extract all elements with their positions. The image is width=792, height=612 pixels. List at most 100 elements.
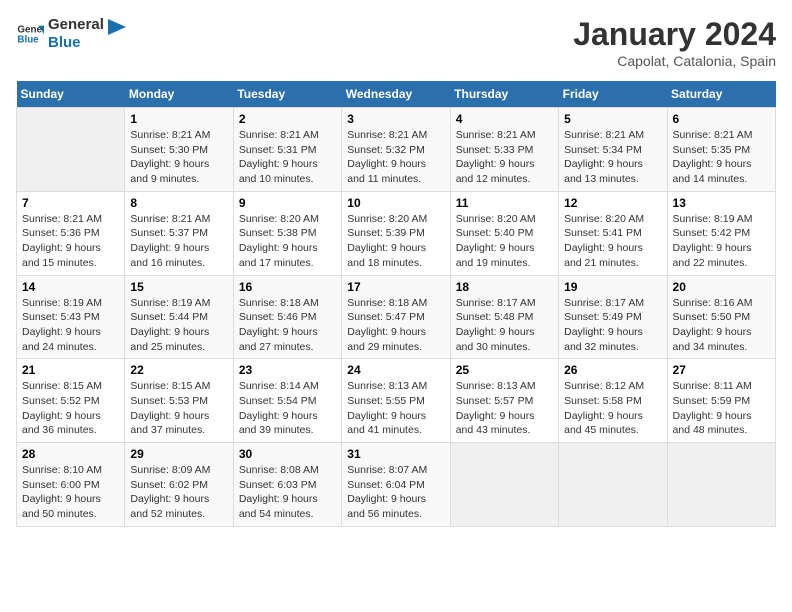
calendar-cell: 15 Sunrise: 8:19 AM Sunset: 5:44 PM Dayli… — [125, 275, 233, 359]
calendar-cell: 27Sunrise: 8:11 AM Sunset: 5:59 PM Dayli… — [667, 359, 775, 443]
calendar-cell: 25 Sunrise: 8:13 AM Sunset: 5:57 PM Dayli… — [450, 359, 558, 443]
calendar-cell: 4 Sunrise: 8:21 AM Sunset: 5:33 PM Daylig… — [450, 108, 558, 192]
logo: General Blue General Blue — [16, 16, 126, 52]
day-info: Sunrise: 8:08 AM Sunset: 6:03 PM Dayligh… — [239, 463, 336, 522]
day-info: Sunrise: 8:21 AM Sunset: 5:31 PM Dayligh… — [239, 128, 336, 187]
day-number: 3 — [347, 112, 444, 126]
day-number: 11 — [456, 196, 553, 210]
day-info: Sunrise: 8:18 AM Sunset: 5:46 PM Dayligh… — [239, 296, 336, 355]
calendar-cell: 26Sunrise: 8:12 AM Sunset: 5:58 PM Dayli… — [559, 359, 667, 443]
calendar-cell: 6Sunrise: 8:21 AM Sunset: 5:35 PM Daylig… — [667, 108, 775, 192]
calendar-cell: 8 Sunrise: 8:21 AM Sunset: 5:37 PM Daylig… — [125, 191, 233, 275]
day-info: Sunrise: 8:18 AM Sunset: 5:47 PM Dayligh… — [347, 296, 444, 355]
calendar-cell: 10 Sunrise: 8:20 AM Sunset: 5:39 PM Dayli… — [342, 191, 450, 275]
day-info: Sunrise: 8:20 AM Sunset: 5:40 PM Dayligh… — [456, 212, 553, 271]
day-info: Sunrise: 8:21 AM Sunset: 5:35 PM Dayligh… — [673, 128, 770, 187]
page-title: January 2024 — [573, 16, 776, 53]
day-info: Sunrise: 8:21 AM Sunset: 5:32 PM Dayligh… — [347, 128, 444, 187]
day-info: Sunrise: 8:21 AM Sunset: 5:34 PM Dayligh… — [564, 128, 661, 187]
calendar-cell: 24 Sunrise: 8:13 AM Sunset: 5:55 PM Dayli… — [342, 359, 450, 443]
day-number: 18 — [456, 280, 553, 294]
day-info: Sunrise: 8:07 AM Sunset: 6:04 PM Dayligh… — [347, 463, 444, 522]
svg-text:Blue: Blue — [17, 34, 39, 45]
calendar-cell: 21Sunrise: 8:15 AM Sunset: 5:52 PM Dayli… — [17, 359, 125, 443]
day-info: Sunrise: 8:20 AM Sunset: 5:38 PM Dayligh… — [239, 212, 336, 271]
day-info: Sunrise: 8:19 AM Sunset: 5:42 PM Dayligh… — [673, 212, 770, 271]
day-info: Sunrise: 8:19 AM Sunset: 5:44 PM Dayligh… — [130, 296, 227, 355]
day-info: Sunrise: 8:14 AM Sunset: 5:54 PM Dayligh… — [239, 379, 336, 438]
day-info: Sunrise: 8:10 AM Sunset: 6:00 PM Dayligh… — [22, 463, 119, 522]
calendar-cell: 2 Sunrise: 8:21 AM Sunset: 5:31 PM Daylig… — [233, 108, 341, 192]
day-info: Sunrise: 8:20 AM Sunset: 5:39 PM Dayligh… — [347, 212, 444, 271]
day-number: 22 — [130, 363, 227, 377]
weekday-header-sunday: Sunday — [17, 81, 125, 108]
calendar-cell — [450, 443, 558, 527]
day-number: 5 — [564, 112, 661, 126]
weekday-header-tuesday: Tuesday — [233, 81, 341, 108]
day-number: 13 — [673, 196, 770, 210]
day-number: 4 — [456, 112, 553, 126]
calendar-cell: 23 Sunrise: 8:14 AM Sunset: 5:54 PM Dayli… — [233, 359, 341, 443]
calendar-cell: 17 Sunrise: 8:18 AM Sunset: 5:47 PM Dayli… — [342, 275, 450, 359]
weekday-header-saturday: Saturday — [667, 81, 775, 108]
page-header: General Blue General Blue January 2024 C… — [16, 16, 776, 69]
day-number: 20 — [673, 280, 770, 294]
week-row-4: 28 Sunrise: 8:10 AM Sunset: 6:00 PM Dayli… — [17, 443, 776, 527]
calendar-cell: 3 Sunrise: 8:21 AM Sunset: 5:32 PM Daylig… — [342, 108, 450, 192]
day-info: Sunrise: 8:20 AM Sunset: 5:41 PM Dayligh… — [564, 212, 661, 271]
page-subtitle: Capolat, Catalonia, Spain — [573, 53, 776, 69]
week-row-0: 1 Sunrise: 8:21 AM Sunset: 5:30 PM Daylig… — [17, 108, 776, 192]
day-number: 30 — [239, 447, 336, 461]
day-info: Sunrise: 8:17 AM Sunset: 5:49 PM Dayligh… — [564, 296, 661, 355]
day-number: 28 — [22, 447, 119, 461]
week-row-1: 7Sunrise: 8:21 AM Sunset: 5:36 PM Daylig… — [17, 191, 776, 275]
weekday-header-thursday: Thursday — [450, 81, 558, 108]
day-number: 2 — [239, 112, 336, 126]
day-number: 19 — [564, 280, 661, 294]
calendar-cell: 9Sunrise: 8:20 AM Sunset: 5:38 PM Daylig… — [233, 191, 341, 275]
day-number: 8 — [130, 196, 227, 210]
calendar-cell: 28 Sunrise: 8:10 AM Sunset: 6:00 PM Dayli… — [17, 443, 125, 527]
calendar-cell: 16 Sunrise: 8:18 AM Sunset: 5:46 PM Dayli… — [233, 275, 341, 359]
calendar-cell — [559, 443, 667, 527]
logo-general: General — [48, 16, 104, 34]
day-number: 16 — [239, 280, 336, 294]
calendar-cell — [17, 108, 125, 192]
day-info: Sunrise: 8:19 AM Sunset: 5:43 PM Dayligh… — [22, 296, 119, 355]
calendar-cell: 18Sunrise: 8:17 AM Sunset: 5:48 PM Dayli… — [450, 275, 558, 359]
calendar-cell: 5 Sunrise: 8:21 AM Sunset: 5:34 PM Daylig… — [559, 108, 667, 192]
week-row-3: 21Sunrise: 8:15 AM Sunset: 5:52 PM Dayli… — [17, 359, 776, 443]
day-info: Sunrise: 8:13 AM Sunset: 5:55 PM Dayligh… — [347, 379, 444, 438]
day-info: Sunrise: 8:13 AM Sunset: 5:57 PM Dayligh… — [456, 379, 553, 438]
day-info: Sunrise: 8:15 AM Sunset: 5:52 PM Dayligh… — [22, 379, 119, 438]
day-number: 26 — [564, 363, 661, 377]
calendar-cell: 7Sunrise: 8:21 AM Sunset: 5:36 PM Daylig… — [17, 191, 125, 275]
day-number: 10 — [347, 196, 444, 210]
weekday-header-row: SundayMondayTuesdayWednesdayThursdayFrid… — [17, 81, 776, 108]
week-row-2: 14Sunrise: 8:19 AM Sunset: 5:43 PM Dayli… — [17, 275, 776, 359]
day-number: 29 — [130, 447, 227, 461]
calendar-cell: 19 Sunrise: 8:17 AM Sunset: 5:49 PM Dayli… — [559, 275, 667, 359]
calendar-cell: 11 Sunrise: 8:20 AM Sunset: 5:40 PM Dayli… — [450, 191, 558, 275]
calendar-cell: 1 Sunrise: 8:21 AM Sunset: 5:30 PM Daylig… — [125, 108, 233, 192]
day-info: Sunrise: 8:16 AM Sunset: 5:50 PM Dayligh… — [673, 296, 770, 355]
calendar-cell: 20 Sunrise: 8:16 AM Sunset: 5:50 PM Dayli… — [667, 275, 775, 359]
calendar-cell: 31 Sunrise: 8:07 AM Sunset: 6:04 PM Dayli… — [342, 443, 450, 527]
day-number: 24 — [347, 363, 444, 377]
day-number: 31 — [347, 447, 444, 461]
day-number: 1 — [130, 112, 227, 126]
day-number: 15 — [130, 280, 227, 294]
calendar-cell: 14Sunrise: 8:19 AM Sunset: 5:43 PM Dayli… — [17, 275, 125, 359]
day-info: Sunrise: 8:11 AM Sunset: 5:59 PM Dayligh… — [673, 379, 770, 438]
calendar-cell — [667, 443, 775, 527]
day-number: 23 — [239, 363, 336, 377]
day-number: 25 — [456, 363, 553, 377]
calendar-cell: 13 Sunrise: 8:19 AM Sunset: 5:42 PM Dayli… — [667, 191, 775, 275]
weekday-header-friday: Friday — [559, 81, 667, 108]
day-number: 17 — [347, 280, 444, 294]
calendar-table: SundayMondayTuesdayWednesdayThursdayFrid… — [16, 81, 776, 527]
day-info: Sunrise: 8:21 AM Sunset: 5:30 PM Dayligh… — [130, 128, 227, 187]
logo-icon: General Blue — [16, 20, 44, 48]
day-info: Sunrise: 8:21 AM Sunset: 5:37 PM Dayligh… — [130, 212, 227, 271]
day-info: Sunrise: 8:21 AM Sunset: 5:33 PM Dayligh… — [456, 128, 553, 187]
